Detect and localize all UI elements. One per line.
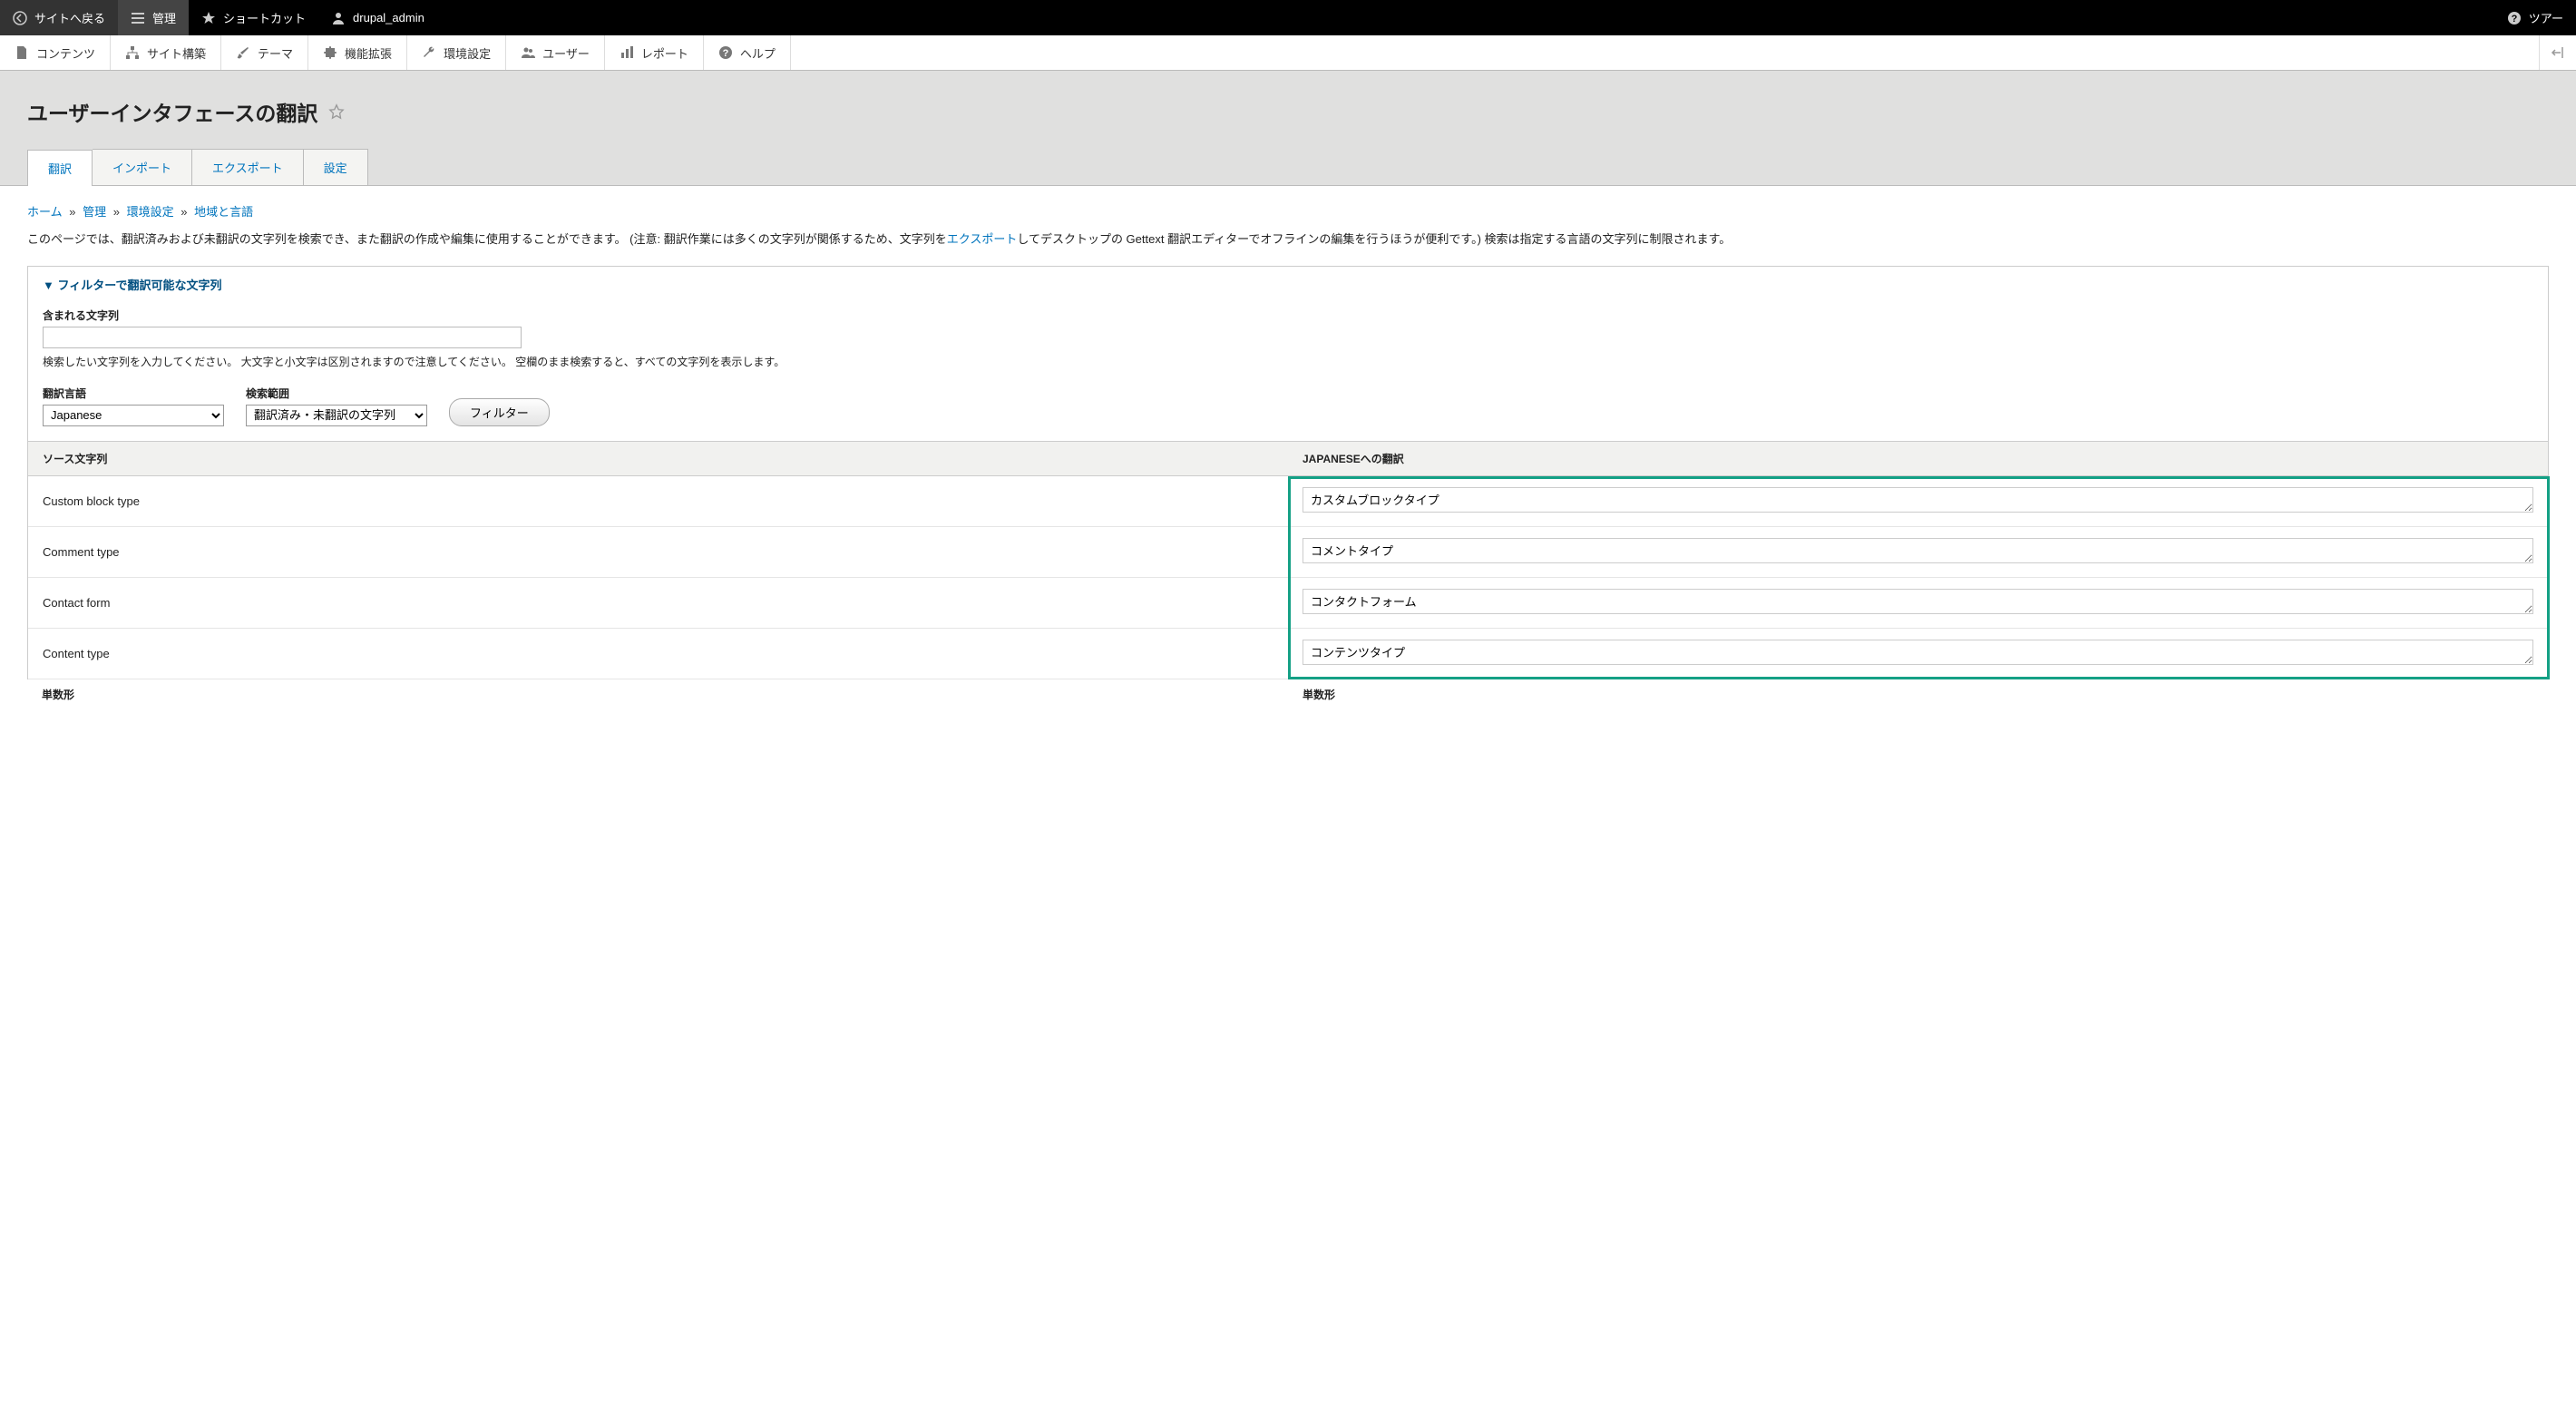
svg-text:?: ? bbox=[2511, 14, 2517, 24]
toolbar-top: サイトへ戻る 管理 ショートカット drupal_admin ? ツアー bbox=[0, 0, 2576, 35]
help-icon: ? bbox=[718, 45, 733, 60]
user-menu[interactable]: drupal_admin bbox=[318, 0, 437, 35]
tab-export[interactable]: エクスポート bbox=[191, 149, 303, 185]
crumb-config[interactable]: 環境設定 bbox=[127, 205, 174, 219]
contains-label: 含まれる文字列 bbox=[43, 308, 2533, 323]
tab-settings[interactable]: 設定 bbox=[303, 149, 368, 185]
star-icon bbox=[201, 11, 216, 25]
brush-icon bbox=[236, 45, 250, 60]
content: ホーム » 管理 » 環境設定 » 地域と言語 このページでは、翻訳済みおよび未… bbox=[0, 186, 2576, 726]
source-cell: Contact form bbox=[28, 578, 1288, 628]
scope-select[interactable]: 翻訳済み・未翻訳の文字列 bbox=[246, 405, 427, 426]
table-row: Comment type bbox=[28, 527, 2548, 578]
filter-fieldset: ▼ フィルターで翻訳可能な文字列 含まれる文字列 検索したい文字列を入力してくだ… bbox=[27, 266, 2549, 442]
filter-summary[interactable]: ▼ フィルターで翻訳可能な文字列 bbox=[28, 267, 2548, 302]
collapse-icon bbox=[2551, 45, 2565, 60]
document-icon bbox=[15, 45, 29, 60]
nav-structure[interactable]: サイト構築 bbox=[111, 35, 221, 70]
tabs: 翻訳 インポート エクスポート 設定 bbox=[27, 149, 2549, 185]
user-icon bbox=[331, 11, 346, 25]
nav-people[interactable]: ユーザー bbox=[506, 35, 605, 70]
translation-input[interactable] bbox=[1303, 487, 2533, 513]
page-title: ユーザーインタフェースの翻訳 bbox=[27, 96, 317, 127]
spacer bbox=[791, 35, 2539, 70]
nav-config[interactable]: 環境設定 bbox=[407, 35, 506, 70]
shortcuts-toggle[interactable]: ショートカット bbox=[189, 0, 318, 35]
back-to-site[interactable]: サイトへ戻る bbox=[0, 0, 118, 35]
toolbar-admin: コンテンツ サイト構築 テーマ 機能拡張 環境設定 ユーザー レポート ? ヘル… bbox=[0, 35, 2576, 71]
svg-text:?: ? bbox=[722, 48, 728, 59]
orientation-toggle[interactable] bbox=[2539, 35, 2576, 70]
filter-button[interactable]: フィルター bbox=[449, 398, 550, 426]
nav-extend[interactable]: 機能拡張 bbox=[308, 35, 407, 70]
source-cell: Content type bbox=[28, 629, 1288, 679]
nav-reports[interactable]: レポート bbox=[605, 35, 704, 70]
lang-select[interactable]: Japanese bbox=[43, 405, 224, 426]
page-header: ユーザーインタフェースの翻訳 翻訳 インポート エクスポート 設定 bbox=[0, 71, 2576, 186]
table-row: Custom block type bbox=[28, 476, 2548, 527]
shortcuts-label: ショートカット bbox=[223, 9, 306, 26]
crumb-regional[interactable]: 地域と言語 bbox=[194, 205, 253, 219]
subhead-row: 単数形 単数形 bbox=[27, 679, 2549, 709]
table-row: Contact form bbox=[28, 578, 2548, 629]
chart-icon bbox=[620, 45, 634, 60]
scope-label: 検索範囲 bbox=[246, 386, 427, 401]
back-label: サイトへ戻る bbox=[34, 9, 105, 26]
tab-translate[interactable]: 翻訳 bbox=[27, 150, 93, 186]
intro-text: このページでは、翻訳済みおよび未翻訳の文字列を検索でき、また翻訳の作成や編集に使… bbox=[27, 230, 2549, 249]
crumb-home[interactable]: ホーム bbox=[27, 205, 63, 219]
export-link[interactable]: エクスポート bbox=[947, 232, 1018, 246]
table-header: ソース文字列 JAPANESEへの翻訳 bbox=[27, 442, 2549, 476]
people-icon bbox=[521, 45, 535, 60]
source-cell: Comment type bbox=[28, 527, 1288, 577]
spacer bbox=[437, 0, 2494, 35]
subhead-right: 単数形 bbox=[1288, 679, 2549, 709]
nav-content[interactable]: コンテンツ bbox=[0, 35, 111, 70]
translation-input[interactable] bbox=[1303, 538, 2533, 563]
lang-label: 翻訳言語 bbox=[43, 386, 224, 401]
manage-label: 管理 bbox=[152, 9, 176, 26]
tour-label: ツアー bbox=[2529, 9, 2563, 26]
th-source: ソース文字列 bbox=[28, 442, 1288, 475]
breadcrumb: ホーム » 管理 » 環境設定 » 地域と言語 bbox=[27, 202, 2549, 220]
hierarchy-icon bbox=[125, 45, 140, 60]
tour-button[interactable]: ? ツアー bbox=[2494, 0, 2576, 35]
favorite-star-icon[interactable] bbox=[328, 103, 345, 120]
crumb-admin[interactable]: 管理 bbox=[83, 205, 106, 219]
translation-input[interactable] bbox=[1303, 640, 2533, 665]
contains-input[interactable] bbox=[43, 327, 522, 348]
hamburger-icon bbox=[131, 11, 145, 25]
table-body: Custom block type Comment type Contact f… bbox=[27, 476, 2549, 679]
manage-toggle[interactable]: 管理 bbox=[118, 0, 189, 35]
help-icon: ? bbox=[2507, 11, 2522, 25]
nav-appearance[interactable]: テーマ bbox=[221, 35, 308, 70]
th-trans: JAPANESEへの翻訳 bbox=[1288, 442, 2548, 475]
user-label: drupal_admin bbox=[353, 11, 424, 24]
contains-help: 検索したい文字列を入力してください。 大文字と小文字は区別されますので注意してく… bbox=[43, 354, 2533, 369]
puzzle-icon bbox=[323, 45, 337, 60]
tab-import[interactable]: インポート bbox=[93, 149, 191, 185]
wrench-icon bbox=[422, 45, 436, 60]
source-cell: Custom block type bbox=[28, 476, 1288, 526]
translation-input[interactable] bbox=[1303, 589, 2533, 614]
nav-help[interactable]: ? ヘルプ bbox=[704, 35, 791, 70]
subhead-left: 単数形 bbox=[27, 679, 1288, 709]
table-row: Content type bbox=[28, 629, 2548, 679]
chevron-left-icon bbox=[13, 11, 27, 25]
